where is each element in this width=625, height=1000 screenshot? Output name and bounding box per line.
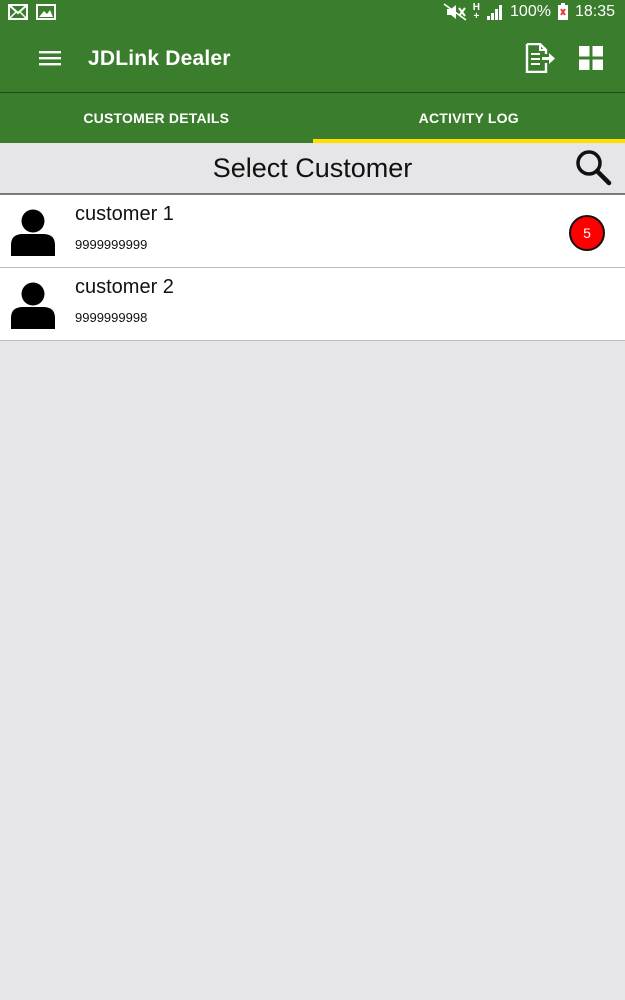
customer-row[interactable]: customer 2 9999999998 bbox=[0, 268, 625, 341]
grid-view-button[interactable] bbox=[574, 42, 608, 78]
tab-label: CUSTOMER DETAILS bbox=[83, 110, 230, 126]
mail-icon bbox=[8, 4, 28, 20]
battery-percent: 100% bbox=[510, 3, 551, 20]
menu-icon bbox=[39, 50, 61, 71]
tab-activity-log[interactable]: ACTIVITY LOG bbox=[312, 93, 625, 143]
clock: 18:35 bbox=[574, 3, 615, 20]
notification-badge: 5 bbox=[569, 215, 605, 251]
menu-button[interactable] bbox=[30, 42, 70, 78]
signal-icon bbox=[486, 3, 504, 21]
network-type: H + bbox=[472, 2, 481, 22]
search-button[interactable] bbox=[572, 149, 614, 189]
status-bar: H + 100% 18:35 bbox=[0, 0, 625, 28]
tab-bar: CUSTOMER DETAILS ACTIVITY LOG bbox=[0, 93, 625, 143]
customer-row[interactable]: customer 1 9999999999 5 bbox=[0, 195, 625, 268]
tab-label: ACTIVITY LOG bbox=[418, 110, 519, 126]
battery-icon bbox=[557, 3, 569, 21]
grid-icon bbox=[579, 45, 603, 75]
app-bar: JDLink Dealer bbox=[0, 28, 625, 92]
select-customer-header: Select Customer bbox=[0, 143, 625, 195]
mute-icon bbox=[443, 3, 467, 21]
status-left bbox=[8, 4, 56, 20]
customer-name: customer 1 bbox=[75, 203, 174, 225]
tab-customer-details[interactable]: CUSTOMER DETAILS bbox=[0, 93, 313, 143]
person-icon bbox=[10, 281, 56, 329]
customer-name: customer 2 bbox=[75, 276, 174, 298]
customer-list: customer 1 9999999999 5 customer 2 99999… bbox=[0, 195, 625, 341]
screen: H + 100% 18:35 JDLink Dealer CUSTOMER DE… bbox=[0, 0, 625, 1000]
search-icon bbox=[574, 148, 612, 191]
app-title: JDLink Dealer bbox=[88, 47, 231, 70]
customer-phone: 9999999999 bbox=[75, 237, 148, 252]
status-right: H + 100% 18:35 bbox=[443, 2, 615, 22]
image-icon bbox=[36, 4, 56, 20]
person-icon bbox=[10, 208, 56, 256]
page-title: Select Customer bbox=[212, 153, 413, 183]
customer-phone: 9999999998 bbox=[75, 310, 148, 325]
export-icon bbox=[524, 42, 556, 78]
export-button[interactable] bbox=[522, 42, 558, 78]
